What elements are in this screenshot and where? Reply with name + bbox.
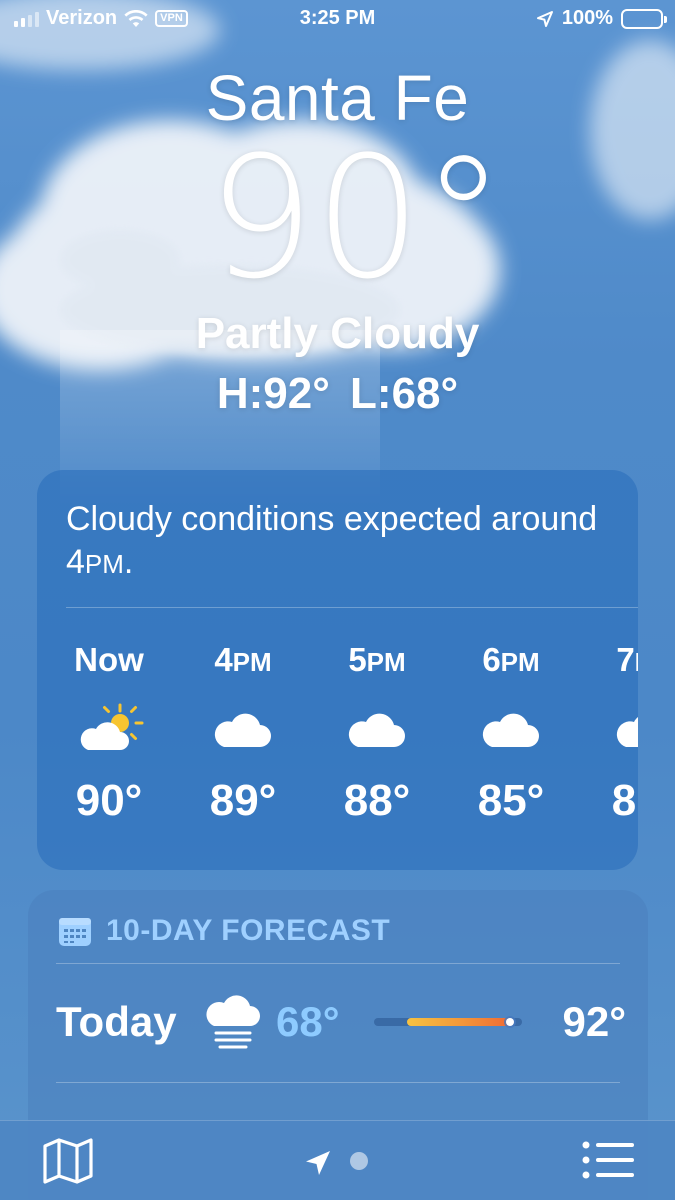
location-arrow-icon	[536, 10, 553, 27]
hour-temp: 80°	[611, 776, 638, 825]
divider	[56, 963, 620, 964]
high-low-text: H:92° L:68°	[216, 369, 459, 418]
battery-icon	[621, 8, 667, 29]
hour-temp: 85°	[477, 776, 545, 825]
current-temp-dot	[506, 1018, 515, 1026]
cloud-icon	[482, 713, 539, 747]
current-weather-header: Santa Fe 90° Partly Cloudy H:92° L:68°	[0, 60, 675, 422]
ten-day-header: 10-DAY FORECAST	[58, 914, 390, 948]
hour-label: 4PM	[214, 641, 272, 678]
hour-label: 7PM	[616, 641, 638, 678]
list-icon[interactable]	[582, 1141, 634, 1179]
cloud-fog-icon	[206, 995, 260, 1049]
hour-temp: 89°	[209, 776, 277, 825]
bottom-toolbar	[0, 1120, 675, 1200]
hour-label: 5PM	[348, 641, 406, 678]
forecast-high: 92°	[562, 998, 626, 1045]
hour-label: Now	[74, 641, 144, 678]
status-right: 100%	[536, 7, 667, 30]
hour-item-4pm: 4PM 89°	[178, 640, 308, 826]
location-arrow-icon[interactable]	[304, 1149, 332, 1177]
page-dot-icon[interactable]	[350, 1152, 368, 1170]
hour-label: 6PM	[482, 641, 540, 678]
hourly-summary: Cloudy conditions expected around 4PM.	[66, 500, 598, 581]
hour-item-5pm: 5PM 88°	[312, 640, 442, 826]
hour-temp: 88°	[343, 776, 411, 825]
temperature-range-fill	[406, 1018, 511, 1026]
divider	[66, 607, 638, 608]
cloud-icon	[214, 713, 271, 747]
temperature-range-bar	[374, 1018, 522, 1026]
hourly-scroller[interactable]: Now 90° 4PM 89° 5PM 88° 6PM 85° 7 8	[37, 640, 638, 850]
hour-item-6pm: 6PM 85°	[446, 640, 576, 826]
cloud-icon	[348, 713, 405, 747]
divider	[56, 1082, 620, 1083]
calendar-icon	[59, 918, 91, 946]
partly-sunny-icon	[80, 703, 144, 750]
forecast-row-today[interactable]: Today 68° 92°	[56, 990, 626, 1054]
current-temperature: 90°	[207, 120, 506, 316]
cloud-icon	[616, 717, 638, 747]
forecast-day: Today	[56, 998, 177, 1045]
hour-item-7pm: 7PM 80°	[580, 640, 638, 826]
status-bar: Verizon VPN 3:25 PM 100%	[0, 0, 675, 38]
condition-text: Partly Cloudy	[195, 309, 480, 358]
hourly-forecast-card[interactable]: Cloudy conditions expected around 4PM. N…	[37, 470, 638, 870]
hour-temp: 90°	[75, 776, 143, 825]
forecast-low: 68°	[276, 998, 340, 1045]
hour-item-now: Now 90°	[44, 640, 174, 826]
ten-day-title: 10-DAY FORECAST	[106, 914, 391, 947]
map-icon[interactable]	[42, 1137, 94, 1185]
battery-percent: 100%	[561, 7, 613, 29]
